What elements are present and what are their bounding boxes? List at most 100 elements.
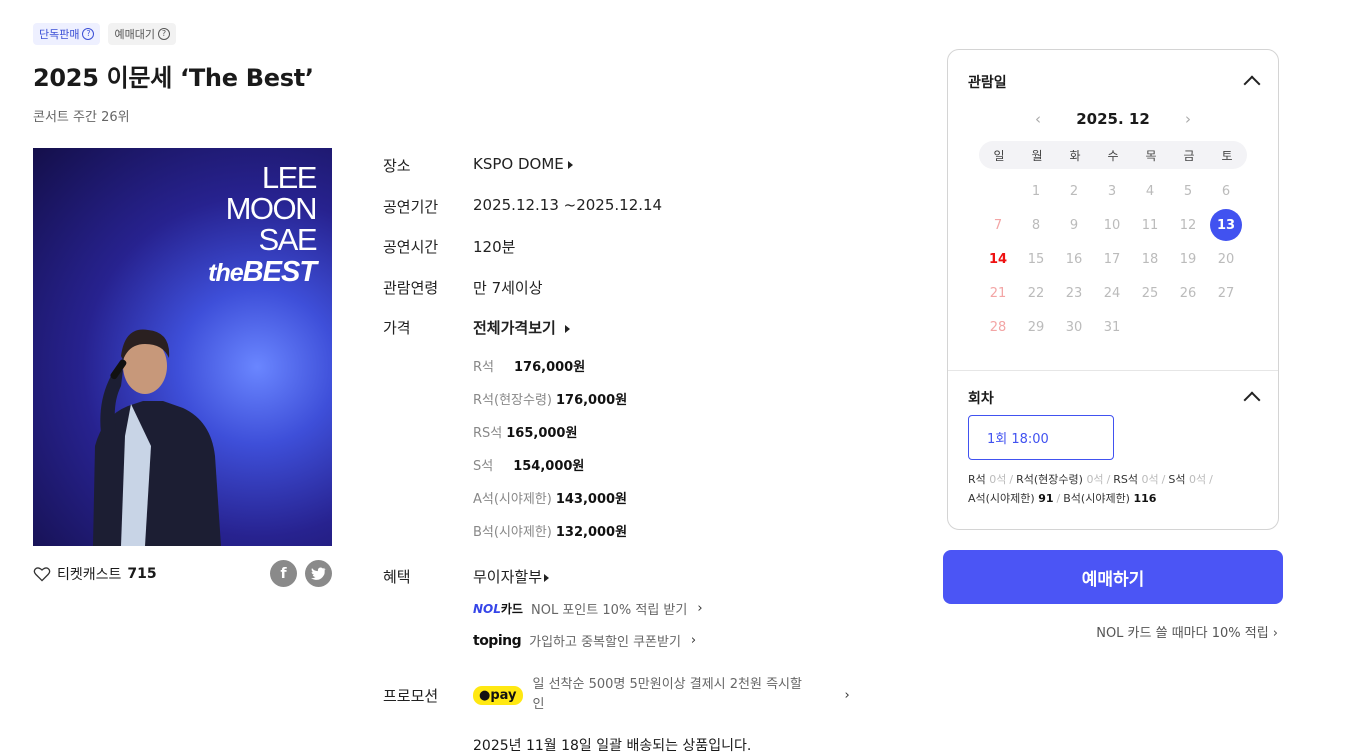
twitter-share-icon[interactable] [305,560,332,587]
seat-availability: R석 0석 / R석(현장수령) 0석 / RS석 0석 / S석 0석 / A석(시야제한)… [968,473,1213,505]
calendar-day[interactable]: 25 [1134,277,1166,309]
calendar-day[interactable]: 11 [1134,209,1166,241]
facebook-share-icon[interactable]: f [270,560,297,587]
divider [948,370,1278,371]
calendar-day[interactable]: 4 [1134,175,1166,207]
weekday-header: 일 월 화 수 목 금 토 [979,141,1247,169]
toping-logo: toping [473,632,522,649]
waiting-badge[interactable]: 예매대기 ? [108,23,176,45]
seat-count: 0석 [989,473,1007,486]
collapse-round-icon[interactable] [1243,391,1261,409]
period-value: 2025.12.13 ~2025.12.14 [473,196,663,214]
calendar-day[interactable]: 13 [1210,209,1242,241]
price-grade: A석(시야제한) [473,492,552,507]
calendar-day[interactable]: 15 [1020,243,1052,275]
calendar-day[interactable]: 18 [1134,243,1166,275]
price-amount: 154,000원 [513,459,585,474]
weekday-thu: 목 [1145,148,1157,163]
like-button[interactable]: 티켓캐스트 715 [33,564,157,584]
nol-promo-text: NOL 카드 쓸 때마다 10% 적립 [1096,626,1269,641]
calendar-day[interactable]: 3 [1096,175,1128,207]
calendar-day[interactable]: 6 [1210,175,1242,207]
current-month: 2025. 12 [1076,110,1150,128]
delivery-notice: 2025년 11월 18일 일괄 배송되는 상품입니다. [473,738,752,754]
calendar-day[interactable]: 14 [982,243,1014,275]
calendar-day[interactable]: 30 [1058,311,1090,343]
prev-month-icon[interactable]: ‹ [1035,110,1041,128]
calendar-day[interactable]: 22 [1020,277,1052,309]
month-navigation: ‹ 2025. 12 › [948,110,1278,128]
price-item: A석(시야제한) 143,000원 [473,488,627,507]
promotion-text-line1: 일 선착순 500명 5만원이상 결제시 2천원 즉시할 [532,677,802,692]
calendar-day[interactable]: 24 [1096,277,1128,309]
nol-card-logo: NOL카드 [473,600,523,617]
price-amount: 143,000원 [555,492,628,507]
chevron-right-icon: › [697,601,703,616]
calendar-day[interactable]: 1 [1020,175,1052,207]
promotion-label: 프로모션 [383,687,439,705]
price-grade: S석 [473,459,494,474]
twitter-bird-icon [311,567,326,580]
date-section-title: 관람일 [968,75,1007,91]
venue-link[interactable]: KSPO DOME [473,155,573,173]
kakaopay-promotion[interactable]: ●pay 일 선착순 500명 5만원이상 결제시 2천원 즉시할 인 › [473,675,850,715]
venue-label: 장소 [383,157,411,175]
calendar-day[interactable]: 12 [1172,209,1204,241]
collapse-date-icon[interactable] [1243,75,1261,93]
chevron-right-icon: › [1272,626,1278,641]
toping-benefit-text: 가입하고 중복할인 쿠폰받기 [529,635,681,650]
triangle-right-icon [564,324,570,333]
nol-card-benefit[interactable]: NOL카드 NOL 포인트 10% 적립 받기 › [473,599,703,618]
weekday-sat: 토 [1221,148,1233,163]
installment-link[interactable]: 무이자할부 [473,566,550,587]
waiting-label: 예매대기 [114,28,155,41]
calendar-day[interactable]: 23 [1058,277,1090,309]
poster-the: the [208,259,243,287]
calendar-day[interactable]: 19 [1172,243,1204,275]
weekly-rank: 콘서트 주간 26위 [33,110,130,125]
seat-grade: R석 [968,473,986,486]
calendar-day[interactable]: 20 [1210,243,1242,275]
calendar-day[interactable]: 21 [982,277,1014,309]
seat-count: 0석 [1188,473,1207,486]
all-prices-label: 전체가격보기 [473,319,556,337]
calendar-day[interactable]: 28 [982,311,1014,343]
all-prices-link[interactable]: 전체가격보기 [473,317,570,338]
weekday-tue: 화 [1069,148,1081,163]
exclusive-label: 단독판매 [39,28,80,41]
help-icon[interactable]: ? [157,28,170,40]
calendar-day[interactable]: 26 [1172,277,1204,309]
price-amount: 176,000원 [555,393,628,408]
chevron-right-icon: › [844,687,850,703]
calendar-day[interactable]: 8 [1020,209,1052,241]
round-section-title: 회차 [968,391,994,407]
book-button[interactable]: 예매하기 [943,550,1283,604]
toping-benefit[interactable]: toping 가입하고 중복할인 쿠폰받기 › [473,631,696,651]
nol-card-promo-link[interactable]: NOL 카드 쓸 때마다 10% 적립 › [1096,622,1278,641]
price-item: S석 154,000원 [473,455,584,474]
calendar-day[interactable]: 27 [1210,277,1242,309]
calendar-day[interactable]: 5 [1172,175,1204,207]
calendar-day[interactable]: 9 [1058,209,1090,241]
seat-grade: A석(시야제한) [968,492,1035,505]
triangle-right-icon [544,573,550,582]
calendar-day[interactable]: 7 [982,209,1014,241]
round-option-button[interactable]: 1회 18:00 [968,415,1114,460]
singer-silhouette [93,329,221,546]
help-icon[interactable]: ? [82,28,95,40]
calendar-day[interactable]: 10 [1096,209,1128,241]
calendar-day[interactable]: 17 [1096,243,1128,275]
calendar-day[interactable]: 29 [1020,311,1052,343]
installment-label: 무이자할부 [473,568,543,586]
calendar-day[interactable]: 2 [1058,175,1090,207]
runtime-value: 120분 [473,238,516,256]
price-grade: RS석 [473,426,503,441]
nol-card-word: 카드 [500,602,523,616]
seat-grade: R석(현장수령) [1016,473,1083,486]
calendar-day[interactable]: 16 [1058,243,1090,275]
next-month-icon[interactable]: › [1185,110,1191,128]
exclusive-badge[interactable]: 단독판매 ? [33,23,101,45]
calendar-day[interactable]: 31 [1096,311,1128,343]
runtime-label: 공연시간 [383,238,439,256]
like-label: 티켓캐스트 [57,567,122,583]
